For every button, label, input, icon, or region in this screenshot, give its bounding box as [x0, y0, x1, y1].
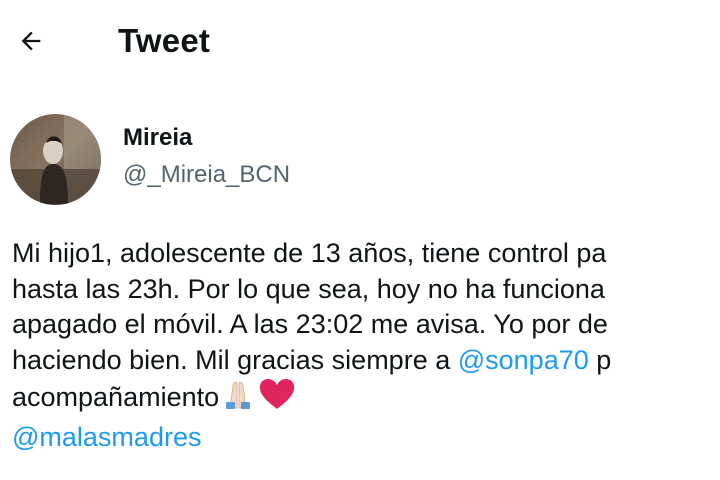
tweet-line: @malasmadres [12, 420, 720, 456]
tweet-line: Mi hijo1, adolescente de 13 años, tiene … [12, 238, 607, 268]
tweet-line: hasta las 23h. Por lo que sea, hoy no ha… [12, 273, 605, 304]
mention-link[interactable]: @malasmadres [12, 422, 201, 452]
author-handle[interactable]: @_Mireia_BCN [123, 160, 290, 190]
tweet-line: apagado el móvil. A las 23:02 me avisa. … [12, 309, 608, 339]
back-button[interactable] [10, 20, 52, 62]
tweet-line-text: acompañamiento [12, 382, 220, 412]
tweet-line: acompañamiento [12, 378, 720, 420]
mention-link[interactable]: @sonpa70 [458, 345, 589, 375]
tweet-line-text: haciendo bien. Mil gracias siempre a [12, 344, 458, 375]
tweet-line: haciendo bien. Mil gracias siempre a @so… [12, 343, 720, 379]
tweet-text: Mi hijo1, adolescente de 13 años, tiene … [12, 236, 720, 455]
top-header: Tweet [0, 0, 720, 84]
arrow-left-icon [21, 31, 41, 51]
folded-hands-icon [219, 380, 257, 420]
page-title: Tweet [118, 22, 211, 59]
red-heart-icon [257, 378, 297, 420]
tweet-line-text: p [588, 344, 612, 375]
profile-photo-icon [10, 114, 101, 205]
avatar[interactable] [10, 114, 101, 205]
author-display-name[interactable]: Mireia [123, 123, 192, 153]
